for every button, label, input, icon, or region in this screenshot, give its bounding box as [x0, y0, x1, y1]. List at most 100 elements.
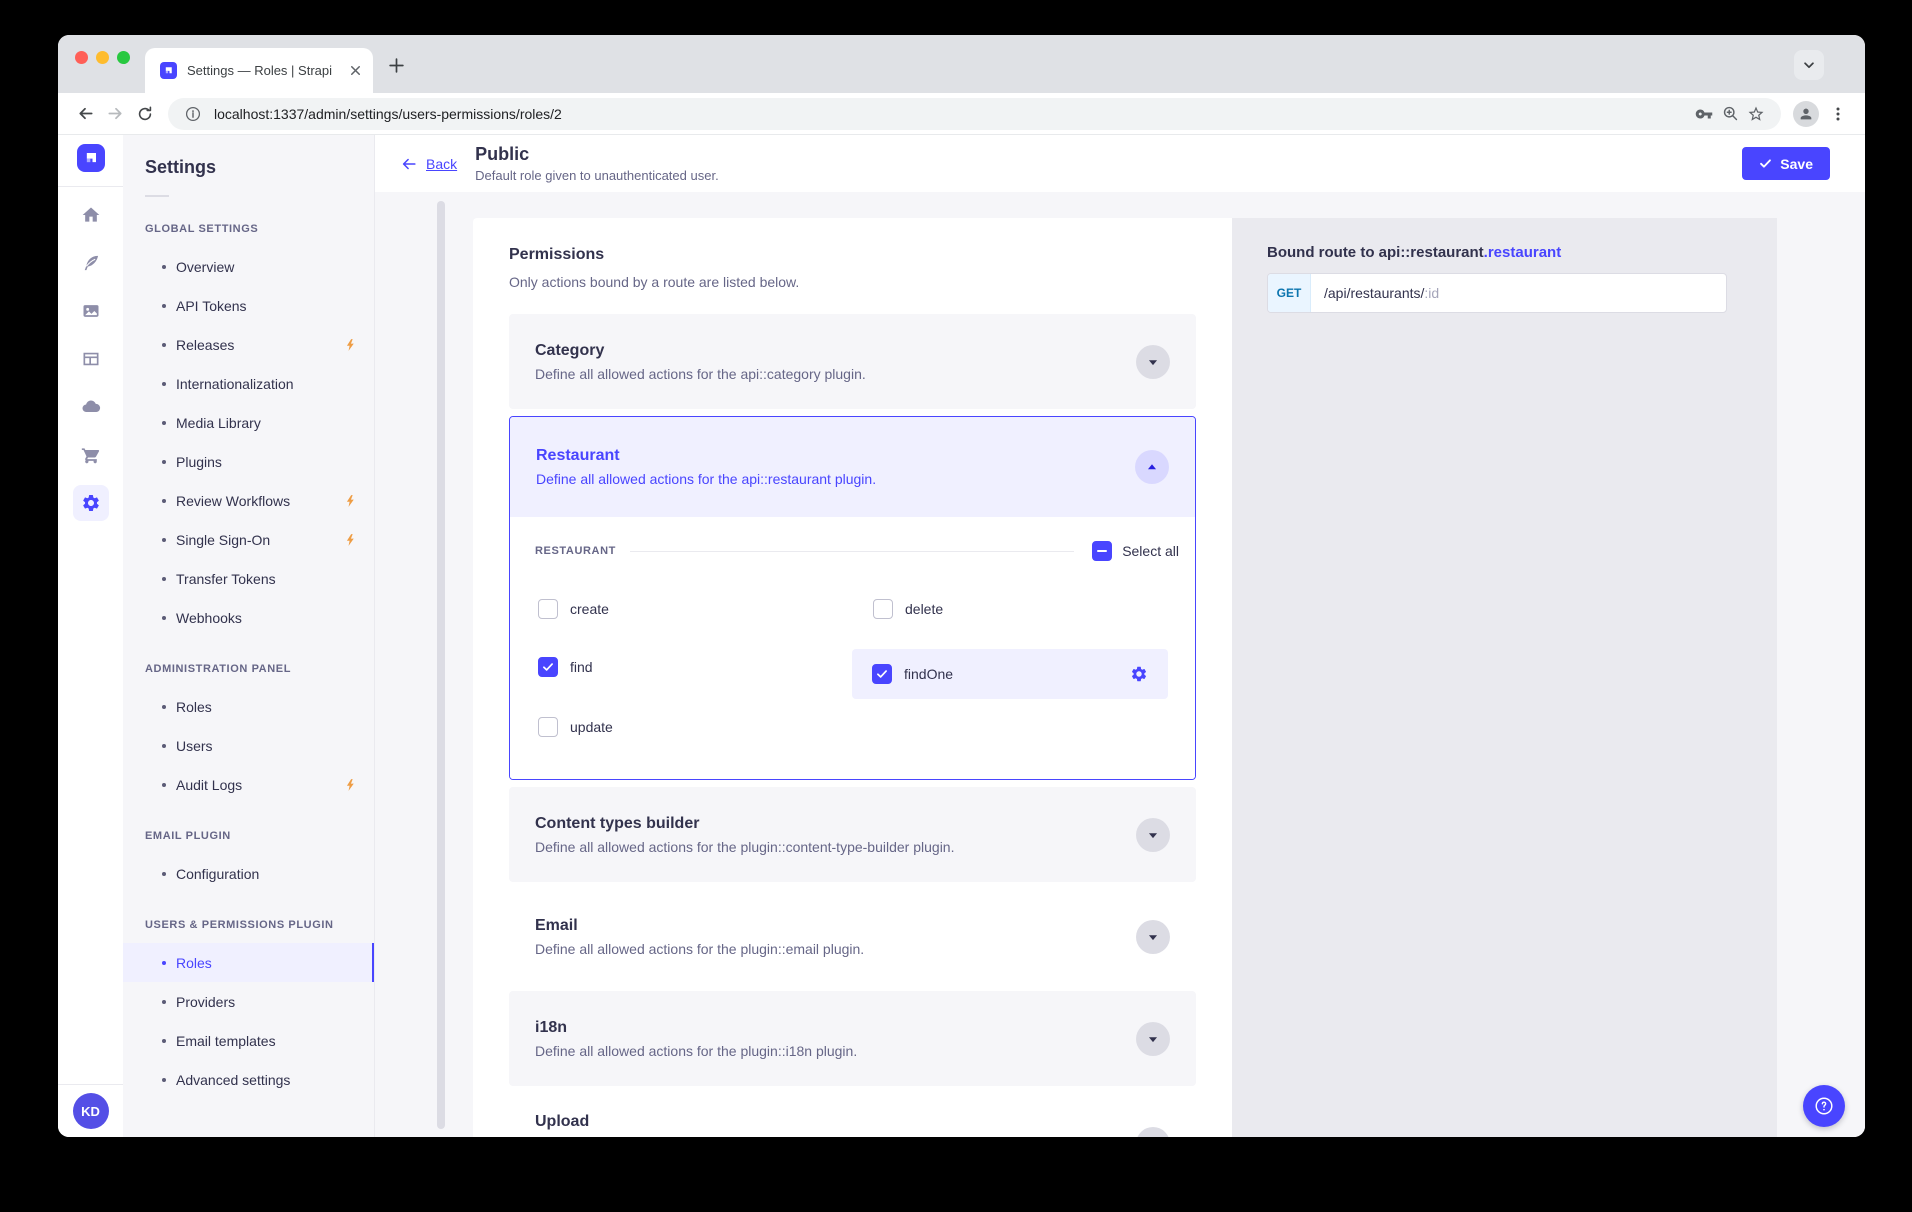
close-window-button[interactable]	[75, 51, 88, 64]
expand-button[interactable]	[1136, 818, 1170, 852]
page-title: Public	[475, 144, 719, 165]
sidebar-item-label: Webhooks	[176, 610, 242, 626]
sidebar-item[interactable]: Advanced settings	[123, 1060, 374, 1099]
permissions-panel: Permissions Only actions bound by a rout…	[473, 218, 1232, 1137]
select-all-checkbox[interactable]	[1092, 541, 1112, 561]
sidebar-item-label: Transfer Tokens	[176, 571, 276, 587]
permission-section-i18n[interactable]: i18n Define all allowed actions for the …	[509, 991, 1196, 1086]
back-link[interactable]: Back	[400, 155, 457, 173]
action-create: create	[538, 599, 609, 619]
sidebar-item[interactable]: Providers	[123, 982, 374, 1021]
sidebar-item-label: Releases	[176, 337, 234, 353]
find-checkbox[interactable]	[538, 657, 558, 677]
strapi-logo[interactable]	[77, 144, 105, 172]
rail-footer: KD	[58, 1084, 123, 1137]
deploy-cloud-icon[interactable]	[81, 397, 101, 417]
tab-close-icon[interactable]	[348, 63, 363, 78]
sidebar-item[interactable]: Media Library	[123, 403, 374, 442]
sidebar-item-label: Roles	[176, 955, 212, 971]
sidebar-title: Settings	[145, 157, 374, 178]
sidebar-group-users-permissions: Roles Providers Email templates Advanced se…	[123, 943, 374, 1099]
save-button[interactable]: Save	[1742, 147, 1830, 180]
lightning-badge-icon	[344, 494, 358, 508]
sidebar-item[interactable]: Roles	[123, 943, 374, 982]
sidebar-item[interactable]: Users	[123, 726, 374, 765]
section-title: Upload	[535, 1113, 589, 1131]
sidebar-item[interactable]: Roles	[123, 687, 374, 726]
permission-section-email[interactable]: Email Define all allowed actions for the…	[509, 889, 1196, 984]
route-field[interactable]: GET /api/restaurants/:id	[1267, 273, 1727, 313]
help-button[interactable]	[1803, 1085, 1845, 1127]
sidebar-item[interactable]: Webhooks	[123, 598, 374, 637]
create-checkbox[interactable]	[538, 599, 558, 619]
findone-checkbox[interactable]	[872, 664, 892, 684]
content-type-builder-icon[interactable]	[81, 349, 101, 369]
browser-tab[interactable]: Settings — Roles | Strapi	[145, 48, 373, 93]
action-findone-selected: findOne	[852, 649, 1168, 699]
permission-section-upload[interactable]: Upload	[509, 1093, 1196, 1137]
expand-button[interactable]	[1136, 920, 1170, 954]
sidebar-item[interactable]: API Tokens	[123, 286, 374, 325]
back-nav-icon[interactable]	[70, 99, 100, 129]
bookmark-star-icon[interactable]	[1743, 101, 1769, 127]
reload-icon[interactable]	[130, 99, 160, 129]
divider	[630, 551, 1074, 552]
sidebar-item-label: Configuration	[176, 866, 259, 882]
sidebar-item[interactable]: Configuration	[123, 854, 374, 893]
minimize-window-button[interactable]	[96, 51, 109, 64]
content-manager-feather-icon[interactable]	[81, 253, 101, 273]
lightning-badge-icon	[344, 338, 358, 352]
browser-profile-icon[interactable]	[1793, 101, 1819, 127]
sidebar-item-label: Email templates	[176, 1033, 276, 1049]
main-nav-rail: KD	[58, 135, 123, 1137]
section-description: Define all allowed actions for the plugi…	[535, 941, 864, 957]
sidebar-item-label: Single Sign-On	[176, 532, 270, 548]
collapse-button[interactable]	[1135, 450, 1169, 484]
password-key-icon[interactable]	[1691, 101, 1717, 127]
browser-window: Settings — Roles | Strapi localhost:1337…	[58, 35, 1865, 1137]
zoom-icon[interactable]	[1717, 101, 1743, 127]
delete-checkbox[interactable]	[873, 599, 893, 619]
permission-section-content-types-builder[interactable]: Content types builder Define all allowed…	[509, 787, 1196, 882]
permission-section-category[interactable]: Category Define all allowed actions for …	[509, 314, 1196, 409]
browser-menu-icon[interactable]	[1823, 99, 1853, 129]
sidebar-item[interactable]: Transfer Tokens	[123, 559, 374, 598]
media-library-icon[interactable]	[81, 301, 101, 321]
sidebar-item[interactable]: Single Sign-On	[123, 520, 374, 559]
marketplace-cart-icon[interactable]	[81, 445, 101, 465]
update-checkbox[interactable]	[538, 717, 558, 737]
expand-button[interactable]	[1136, 1127, 1170, 1137]
route-param-text: :id	[1424, 285, 1439, 301]
sidebar-item[interactable]: Releases	[123, 325, 374, 364]
site-info-icon[interactable]	[180, 101, 206, 127]
home-icon[interactable]	[81, 205, 101, 225]
sidebar-item[interactable]: Review Workflows	[123, 481, 374, 520]
indeterminate-icon	[1097, 550, 1107, 552]
bullet-icon	[162, 783, 166, 787]
http-method-badge: GET	[1268, 274, 1311, 312]
url-bar[interactable]: localhost:1337/admin/settings/users-perm…	[168, 98, 1781, 130]
scrollbar-thumb[interactable]	[437, 201, 445, 1129]
divider	[58, 186, 123, 187]
maximize-window-button[interactable]	[117, 51, 130, 64]
bullet-icon	[162, 265, 166, 269]
expand-button[interactable]	[1136, 1022, 1170, 1056]
settings-icon[interactable]	[73, 485, 109, 521]
restaurant-section-header[interactable]: Restaurant Define all allowed actions fo…	[510, 417, 1195, 517]
sidebar-group-admin: RolesUsers Audit Logs	[123, 687, 374, 804]
forward-nav-icon	[100, 99, 130, 129]
bound-route-prefix: Bound route to api::restaurant	[1267, 244, 1484, 261]
action-settings-gear-icon[interactable]	[1130, 665, 1148, 683]
sidebar-item-label: Audit Logs	[176, 777, 242, 793]
check-icon	[542, 661, 554, 673]
sidebar-item[interactable]: Internationalization	[123, 364, 374, 403]
expand-button[interactable]	[1136, 345, 1170, 379]
new-tab-button[interactable]	[388, 57, 405, 74]
sidebar-item[interactable]: Email templates	[123, 1021, 374, 1060]
tab-search-button[interactable]	[1794, 50, 1824, 80]
sidebar-item[interactable]: Plugins	[123, 442, 374, 481]
bound-route-panel: Bound route to api::restaurant.restauran…	[1232, 218, 1777, 1137]
user-avatar[interactable]: KD	[73, 1093, 109, 1129]
sidebar-item[interactable]: Audit Logs	[123, 765, 374, 804]
sidebar-item[interactable]: Overview	[123, 247, 374, 286]
